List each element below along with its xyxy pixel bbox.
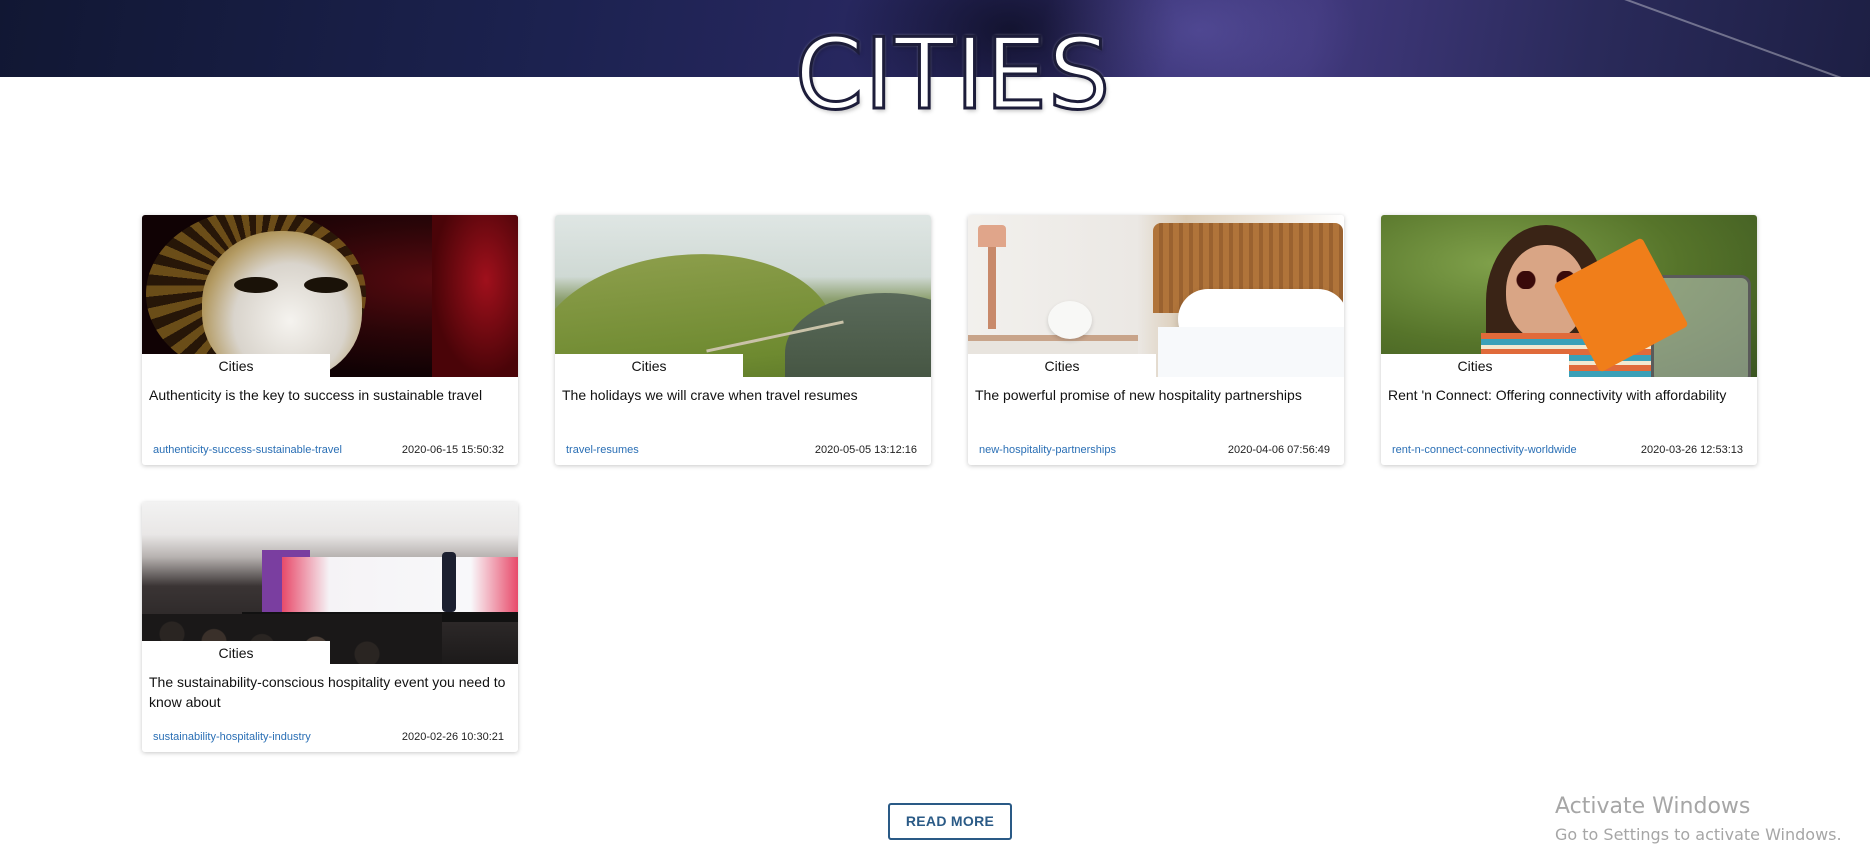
article-date: 2020-05-05 13:12:16 xyxy=(814,444,917,456)
article-card[interactable]: Cities The powerful promise of new hospi… xyxy=(968,215,1344,465)
windows-activation-watermark: Activate Windows Go to Settings to activ… xyxy=(1555,793,1842,847)
article-date: 2020-02-26 10:30:21 xyxy=(401,731,504,743)
article-image[interactable]: Cities xyxy=(142,215,518,377)
page: CITIES Cities Authenticity is the key to… xyxy=(0,0,1870,850)
article-date: 2020-06-15 15:50:32 xyxy=(401,444,504,456)
article-date: 2020-04-06 07:56:49 xyxy=(1227,444,1330,456)
article-card[interactable]: Cities Rent 'n Connect: Offering connect… xyxy=(1381,215,1757,465)
category-badge[interactable]: Cities xyxy=(142,641,330,664)
article-title[interactable]: The powerful promise of new hospitality … xyxy=(968,377,1344,435)
article-image[interactable]: Cities xyxy=(555,215,931,377)
article-slug-link[interactable]: new-hospitality-partnerships xyxy=(979,444,1116,456)
article-title[interactable]: Rent 'n Connect: Offering connectivity w… xyxy=(1381,377,1757,435)
article-date: 2020-03-26 12:53:13 xyxy=(1640,444,1743,456)
article-title[interactable]: Authenticity is the key to success in su… xyxy=(142,377,518,435)
article-image[interactable]: Cities xyxy=(142,502,518,664)
article-slug-link[interactable]: sustainability-hospitality-industry xyxy=(153,731,311,743)
article-slug-link[interactable]: authenticity-success-sustainable-travel xyxy=(153,444,342,456)
article-title[interactable]: The holidays we will crave when travel r… xyxy=(555,377,931,435)
watermark-title: Activate Windows xyxy=(1555,794,1751,819)
article-title[interactable]: The sustainability-conscious hospitality… xyxy=(142,664,518,722)
category-badge[interactable]: Cities xyxy=(968,354,1156,377)
category-badge[interactable]: Cities xyxy=(142,354,330,377)
article-card[interactable]: Cities The holidays we will crave when t… xyxy=(555,215,931,465)
article-card[interactable]: Cities The sustainability-conscious hosp… xyxy=(142,502,518,752)
read-more-button[interactable]: READ MORE xyxy=(888,803,1012,840)
article-card[interactable]: Cities Authenticity is the key to succes… xyxy=(142,215,518,465)
article-slug-link[interactable]: rent-n-connect-connectivity-worldwide xyxy=(1392,444,1577,456)
article-slug-link[interactable]: travel-resumes xyxy=(566,444,639,456)
page-title: CITIES xyxy=(794,18,1112,132)
article-image[interactable]: Cities xyxy=(1381,215,1757,377)
article-image[interactable]: Cities xyxy=(968,215,1344,377)
watermark-subtitle: Go to Settings to activate Windows. xyxy=(1555,825,1842,844)
category-badge[interactable]: Cities xyxy=(555,354,743,377)
category-badge[interactable]: Cities xyxy=(1381,354,1569,377)
